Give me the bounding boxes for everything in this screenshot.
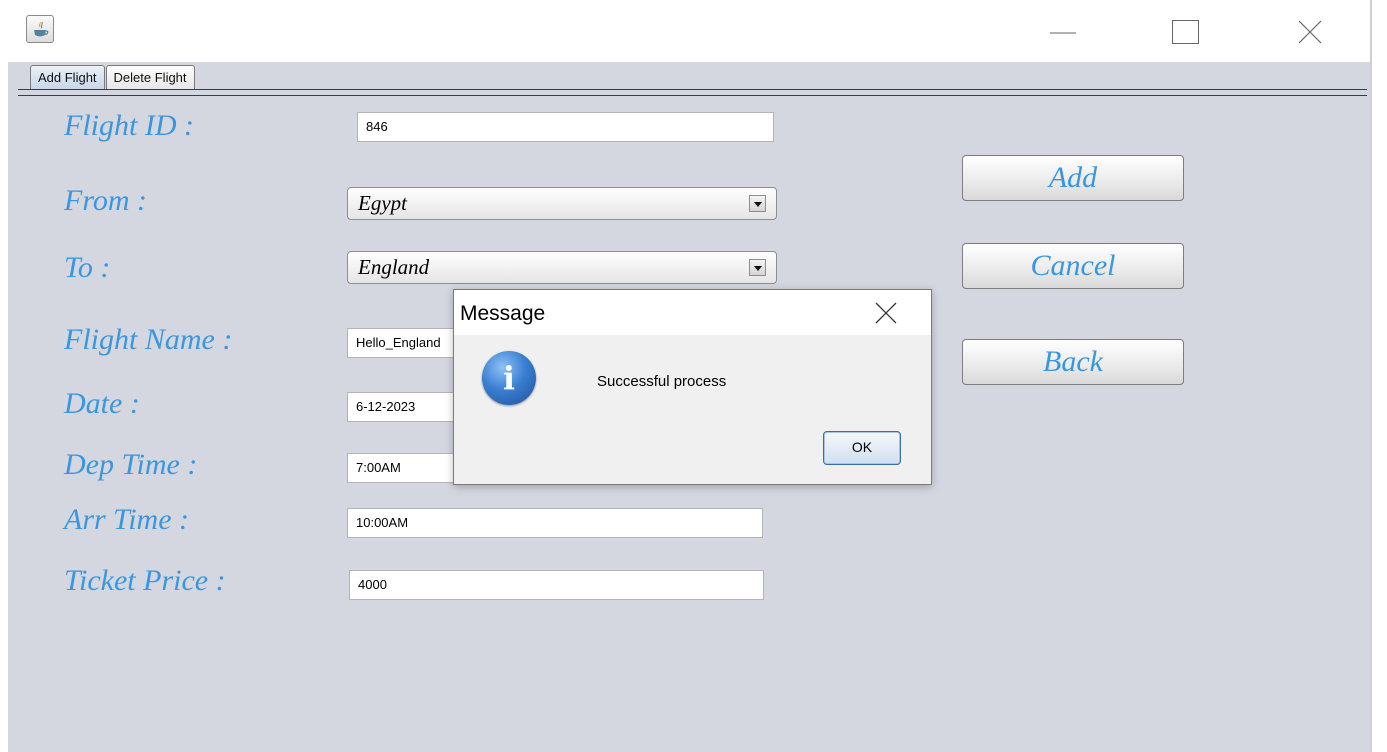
ticket-price-field[interactable]: 4000 xyxy=(349,570,764,600)
maximize-icon[interactable] xyxy=(1162,12,1208,52)
java-app-icon[interactable] xyxy=(26,15,54,43)
flight-name-label: Flight Name : xyxy=(64,323,233,356)
to-combobox-value: England xyxy=(358,255,430,279)
info-icon-glyph: i xyxy=(502,359,516,397)
tab-divider xyxy=(18,95,1367,96)
cancel-button[interactable]: Cancel xyxy=(962,243,1184,289)
to-combobox[interactable]: England xyxy=(347,251,777,284)
tab-divider xyxy=(18,89,1367,90)
flight-id-field[interactable]: 846 xyxy=(357,112,774,142)
message-dialog: Message i Successful process OK xyxy=(453,289,932,485)
add-button[interactable]: Add xyxy=(962,155,1184,201)
tab-delete-flight[interactable]: Delete Flight xyxy=(105,65,195,89)
to-label: To : xyxy=(64,251,111,284)
dialog-message: Successful process xyxy=(597,373,727,390)
from-label: From : xyxy=(64,184,148,217)
date-label: Date : xyxy=(64,387,140,420)
tab-add-flight[interactable]: Add Flight xyxy=(30,65,105,90)
window-frame-edge xyxy=(1370,0,1387,752)
from-combobox[interactable]: Egypt xyxy=(347,187,777,220)
close-icon[interactable] xyxy=(1287,12,1333,52)
ticket-price-label: Ticket Price : xyxy=(64,564,226,597)
tab-strip: Add Flight Delete Flight xyxy=(30,65,196,90)
back-button[interactable]: Back xyxy=(962,339,1184,385)
window-titlebar xyxy=(0,0,1370,62)
dialog-titlebar: Message xyxy=(454,290,931,335)
from-combobox-value: Egypt xyxy=(358,191,407,215)
ok-button[interactable]: OK xyxy=(823,431,901,465)
arr-time-field[interactable]: 10:00AM xyxy=(347,508,763,538)
flight-id-label: Flight ID : xyxy=(64,109,194,142)
minimize-icon[interactable] xyxy=(1040,12,1086,52)
chevron-down-icon[interactable] xyxy=(749,195,766,212)
info-icon: i xyxy=(482,351,536,405)
close-icon[interactable] xyxy=(862,295,912,331)
chevron-down-icon[interactable] xyxy=(749,259,766,276)
dep-time-label: Dep Time : xyxy=(64,448,198,481)
arr-time-label: Arr Time : xyxy=(64,503,190,536)
dialog-title: Message xyxy=(460,302,546,325)
